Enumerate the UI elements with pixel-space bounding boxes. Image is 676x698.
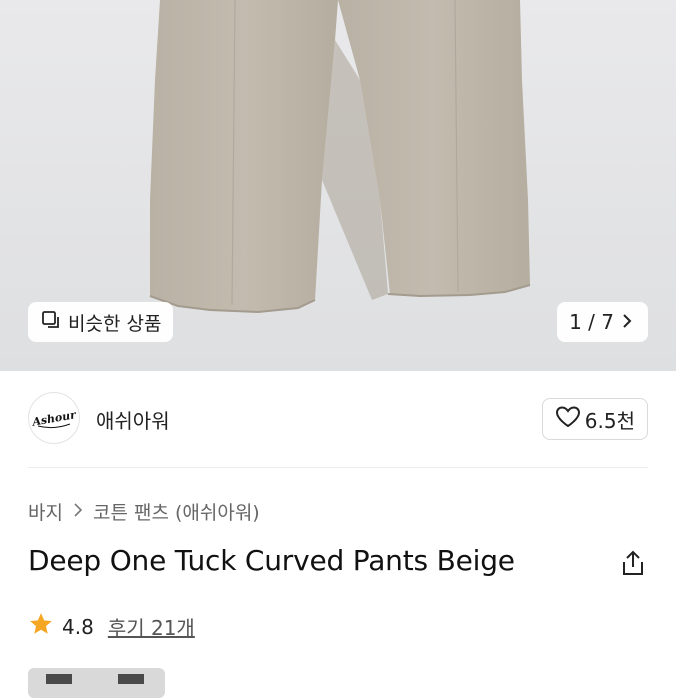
breadcrumb-item-category[interactable]: 바지 <box>28 498 63 525</box>
similar-products-button[interactable]: 비슷한 상품 <box>28 302 174 342</box>
brand-logo[interactable]: Ashour <box>28 392 80 444</box>
chevron-right-icon <box>73 501 83 523</box>
option-thumbnail[interactable] <box>28 668 165 698</box>
image-counter-button[interactable]: 1 / 7 <box>557 302 648 342</box>
like-button[interactable]: 6.5천 <box>541 398 648 440</box>
image-counter: 1 / 7 <box>569 310 614 334</box>
divider <box>28 467 648 468</box>
heart-icon <box>555 405 581 434</box>
chevron-right-icon <box>620 310 634 334</box>
similar-icon <box>40 309 62 336</box>
rating-value: 4.8 <box>62 614 94 639</box>
reviews-link[interactable]: 후기 21개 <box>108 612 195 641</box>
share-icon <box>623 550 643 575</box>
breadcrumb-item-subcategory[interactable]: 코튼 팬츠 (애쉬아워) <box>93 498 260 525</box>
product-image[interactable]: 비슷한 상품 1 / 7 <box>0 0 676 371</box>
product-title: Deep One Tuck Curved Pants Beige <box>28 544 515 577</box>
like-count: 6.5천 <box>584 408 635 433</box>
star-icon <box>28 611 54 642</box>
rating-row: 4.8 후기 21개 <box>28 611 195 642</box>
brand-logo-mark: Ashour <box>32 408 76 429</box>
brand-name[interactable]: 애쉬아워 <box>96 405 170 434</box>
breadcrumb: 바지 코튼 팬츠 (애쉬아워) <box>28 498 260 525</box>
share-button[interactable] <box>618 548 648 578</box>
similar-label: 비슷한 상품 <box>68 312 162 335</box>
brand-row: Ashour 애쉬아워 6.5천 <box>28 392 648 446</box>
